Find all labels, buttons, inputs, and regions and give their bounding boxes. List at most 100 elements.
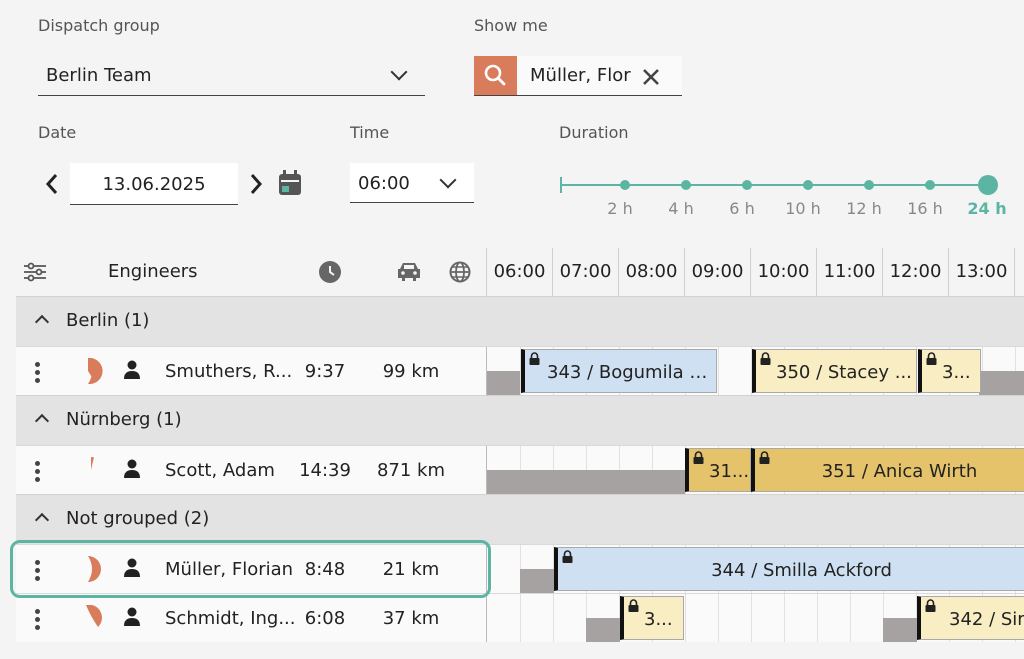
hour-header: 12:00 — [882, 248, 948, 296]
workload-pie-icon — [88, 358, 103, 384]
engineer-name: Schmidt, Ing... — [165, 608, 296, 629]
collapse-icon[interactable] — [34, 314, 50, 330]
chevron-down-icon — [390, 63, 408, 81]
group-label: Nürnberg (1) — [66, 409, 182, 430]
hour-header: 07:00 — [552, 248, 618, 296]
lock-icon — [693, 451, 704, 464]
unavailable-slot — [487, 371, 520, 395]
duration-stop-2h[interactable] — [620, 180, 630, 190]
engineer-distance: 99 km — [382, 361, 440, 382]
job-label: 3... — [644, 609, 673, 630]
duration-option: 6 h — [729, 199, 755, 218]
job-block[interactable]: 351 / Anica Wirth — [751, 448, 1024, 492]
duration-option: 12 h — [846, 199, 882, 218]
duration-stop-10h[interactable] — [803, 180, 813, 190]
dispatch-group-label: Dispatch group — [38, 16, 160, 35]
hour-header: 06:00 — [486, 248, 552, 296]
lock-icon — [925, 599, 936, 612]
engineer-work-time: 14:39 — [299, 460, 351, 481]
show-me-search[interactable]: Müller, Flor — [474, 56, 682, 96]
duration-label: Duration — [559, 123, 629, 142]
lock-icon — [628, 599, 639, 612]
duration-stop-4h[interactable] — [681, 180, 691, 190]
job-block[interactable]: 342 / Sir — [917, 596, 1024, 640]
calendar-icon[interactable] — [277, 169, 303, 197]
prev-day-icon[interactable] — [44, 172, 60, 196]
date-field[interactable]: 13.06.2025 — [70, 163, 238, 205]
time-select[interactable]: 06:00 — [350, 163, 474, 203]
engineer-row[interactable]: Schmidt, Ing... 6:08 37 km 3... 342 / Si… — [16, 593, 1024, 642]
job-block[interactable]: 343 / Bogumila G... — [521, 349, 717, 393]
engineer-name: Smuthers, R... — [165, 361, 293, 382]
job-label: 3... — [942, 362, 971, 383]
job-label: 343 / Bogumila G... — [547, 362, 717, 383]
more-icon[interactable] — [35, 609, 40, 633]
group-header-berlin[interactable]: Berlin (1) — [16, 296, 1024, 346]
engineer-row[interactable]: Scott, Adam 14:39 871 km 31... 351 / Ani… — [16, 445, 1024, 494]
clock-icon — [319, 261, 341, 283]
job-block[interactable]: 350 / Stacey ... — [752, 349, 917, 393]
search-button[interactable] — [474, 56, 517, 95]
group-label: Berlin (1) — [66, 310, 150, 331]
show-me-input[interactable]: Müller, Flor — [530, 65, 631, 86]
group-header-nuernberg[interactable]: Nürnberg (1) — [16, 395, 1024, 445]
hour-header: 08:00 — [618, 248, 684, 296]
timeline-gridline — [718, 594, 719, 642]
car-icon — [398, 263, 420, 281]
duration-option-selected: 24 h — [967, 199, 1007, 218]
duration-stop-16h[interactable] — [925, 180, 935, 190]
workload-pie-icon — [91, 457, 94, 470]
person-icon — [124, 459, 140, 478]
lock-icon — [926, 352, 937, 365]
time-label: Time — [350, 123, 390, 142]
grid-header: Engineers 06:00 07:00 08:00 09:00 10:00 … — [16, 248, 1024, 296]
group-header-not-grouped[interactable]: Not grouped (2) — [16, 494, 1024, 544]
timeline-gridline — [685, 594, 686, 642]
engineer-distance: 37 km — [382, 608, 440, 629]
dispatch-group-select[interactable]: Berlin Team — [38, 56, 425, 96]
job-label: 344 / Smilla Ackford — [711, 560, 892, 581]
next-day-icon[interactable] — [248, 172, 264, 196]
more-icon[interactable] — [35, 362, 40, 386]
engineer-distance: 871 km — [376, 460, 446, 481]
duration-slider-handle[interactable] — [978, 175, 998, 195]
duration-option: 2 h — [607, 199, 633, 218]
engineer-timeline: 31... 351 / Anica Wirth — [486, 446, 1024, 494]
engineers-column-header[interactable]: Engineers — [108, 261, 198, 282]
duration-stop-12h[interactable] — [864, 180, 874, 190]
group-label: Not grouped (2) — [66, 508, 210, 529]
hour-header: 09:00 — [684, 248, 750, 296]
hour-header-partial — [1014, 248, 1024, 296]
filter-settings-icon[interactable] — [23, 262, 47, 282]
engineer-row[interactable]: Smuthers, R... 9:37 99 km 343 / Bogumila… — [16, 346, 1024, 395]
hour-header: 13:00 — [948, 248, 1014, 296]
duration-option: 4 h — [668, 199, 694, 218]
person-icon — [124, 607, 140, 626]
selected-engineer-highlight — [10, 540, 491, 598]
workload-pie-icon — [86, 605, 102, 627]
timeline-gridline — [817, 594, 818, 642]
job-block[interactable]: 3... — [620, 596, 684, 640]
job-label: 31... — [709, 461, 750, 482]
engineer-timeline: 343 / Bogumila G... 350 / Stacey ... 3..… — [486, 347, 1024, 395]
unavailable-slot — [979, 371, 1024, 395]
more-icon[interactable] — [35, 461, 40, 485]
timeline-gridline — [751, 594, 752, 642]
unavailable-slot — [487, 470, 685, 494]
date-value: 13.06.2025 — [102, 174, 206, 195]
duration-option: 16 h — [907, 199, 943, 218]
job-block[interactable]: 31... — [685, 448, 751, 492]
duration-stop-6h[interactable] — [742, 180, 752, 190]
clear-icon[interactable] — [642, 68, 660, 86]
timeline-gridline — [784, 594, 785, 642]
job-block[interactable]: 344 / Smilla Ackford — [554, 547, 1024, 591]
lock-icon — [529, 352, 540, 365]
job-block[interactable]: 3... — [918, 349, 981, 393]
collapse-icon[interactable] — [34, 413, 50, 429]
duration-option: 10 h — [785, 199, 821, 218]
lock-icon — [562, 550, 573, 563]
lock-icon — [759, 451, 770, 464]
collapse-icon[interactable] — [34, 512, 50, 528]
engineer-work-time: 9:37 — [304, 361, 346, 382]
engineer-timeline: 3... 342 / Sir — [486, 594, 1024, 642]
